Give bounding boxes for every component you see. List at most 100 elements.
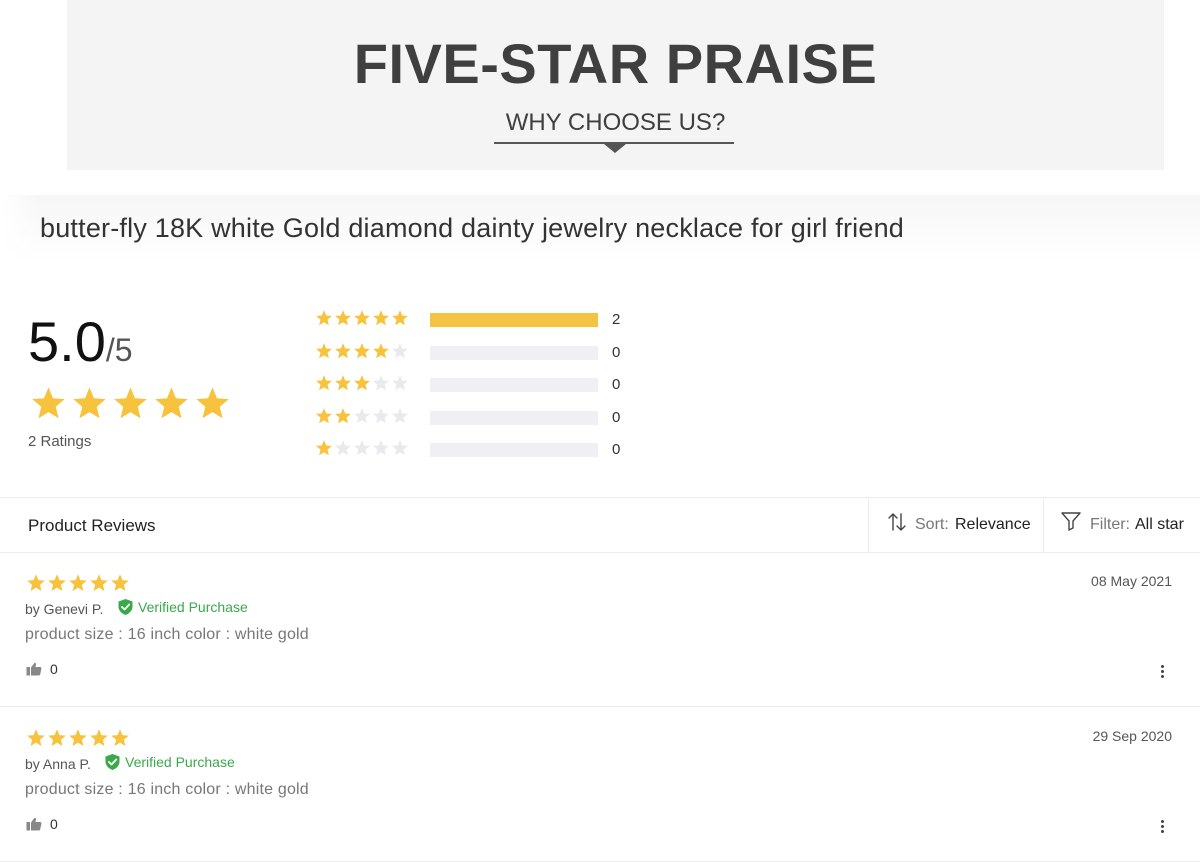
reviews-title: Product Reviews (28, 516, 156, 535)
star-icon (111, 729, 129, 746)
more-vertical-icon[interactable] (1157, 816, 1169, 836)
review-author: by Anna P. (25, 756, 91, 772)
star-icon (392, 310, 408, 326)
score-separator: / (105, 332, 115, 368)
histogram-stars (315, 374, 409, 392)
star-empty-icon (354, 440, 370, 456)
filter-icon (1061, 512, 1081, 531)
star-icon (48, 729, 66, 746)
star-empty-icon (392, 342, 408, 358)
more-vertical-icon[interactable] (1157, 661, 1169, 681)
sort-control[interactable]: Sort: Relevance (868, 498, 1044, 552)
histogram-count: 0 (612, 343, 621, 361)
review-item: by Anna P. Verified Purchase product siz… (0, 708, 1200, 862)
star-icon (373, 342, 389, 358)
review-stars (26, 573, 130, 593)
star-icon (316, 440, 332, 456)
star-empty-icon (392, 440, 408, 456)
banner-arrow-icon (604, 144, 626, 153)
star-icon (90, 574, 108, 591)
star-empty-icon (354, 407, 370, 423)
verified-text: Verified Purchase (125, 754, 235, 770)
star-icon (48, 574, 66, 591)
histogram-count: 2 (612, 311, 621, 328)
star-icon (354, 375, 370, 391)
thumbs-up-icon (26, 662, 42, 676)
star-icon (373, 310, 389, 326)
sort-icon (888, 513, 906, 531)
like-count: 0 (50, 816, 58, 832)
star-empty-icon (392, 375, 408, 391)
star-icon (335, 407, 351, 423)
histogram-bar (430, 378, 598, 392)
review-item: by Genevi P. Verified Purchase product s… (0, 553, 1200, 707)
star-icon (114, 387, 147, 419)
thumbs-up-icon (26, 817, 42, 831)
star-empty-icon (373, 407, 389, 423)
histogram-stars (315, 309, 409, 327)
review-date: 08 May 2021 (1091, 573, 1172, 589)
histogram-row-4-star[interactable]: 0 (315, 341, 635, 363)
histogram-bar (430, 410, 598, 425)
verified-badge: Verified Purchase (117, 598, 248, 616)
star-icon (32, 387, 65, 419)
average-score: 5.0/5 (28, 310, 133, 389)
score-out-of: 5 (114, 332, 133, 368)
star-icon (196, 387, 229, 419)
like-button[interactable]: 0 (26, 816, 58, 832)
histogram-row-2-star[interactable]: 0 (315, 406, 635, 428)
star-icon (90, 729, 108, 746)
star-icon (27, 574, 45, 591)
average-stars (30, 385, 231, 422)
banner-title: FIVE-STAR PRAISE (353, 32, 878, 95)
sort-label: Sort: (915, 516, 949, 533)
review-body: product size : 16 inch color : white gol… (25, 781, 309, 798)
star-icon (354, 310, 370, 326)
star-icon (335, 310, 351, 326)
star-icon (155, 387, 188, 419)
star-icon (69, 574, 87, 591)
like-count: 0 (50, 661, 58, 677)
review-stars (26, 728, 130, 748)
banner-subtitle: WHY CHOOSE US? (505, 109, 726, 136)
histogram-bar (430, 313, 598, 327)
histogram-stars (315, 407, 409, 425)
review-body: product size : 16 inch color : white gol… (25, 626, 309, 643)
histogram-count: 0 (612, 408, 621, 426)
star-empty-icon (373, 440, 389, 456)
histogram-row-1-star[interactable]: 0 (315, 438, 635, 460)
histogram-bar (430, 345, 598, 360)
histogram-row-5-star[interactable]: 2 (315, 308, 635, 330)
verified-badge: Verified Purchase (104, 753, 235, 771)
histogram-bar (430, 443, 598, 457)
filter-control[interactable]: Filter: All star (1043, 498, 1200, 552)
star-icon (111, 574, 129, 591)
histogram-count: 0 (612, 441, 621, 458)
star-icon (335, 375, 351, 391)
reviews-header: Product Reviews Sort: Relevance Filter: … (0, 497, 1200, 553)
star-icon (27, 729, 45, 746)
star-icon (354, 342, 370, 358)
ratings-count: 2 Ratings (28, 433, 92, 450)
star-icon (69, 729, 87, 746)
histogram-stars (315, 439, 409, 457)
promo-banner: FIVE-STAR PRAISE WHY CHOOSE US? (67, 0, 1164, 170)
histogram-bar-fill (430, 313, 598, 327)
histogram-stars (315, 342, 409, 360)
star-empty-icon (392, 407, 408, 423)
like-button[interactable]: 0 (26, 661, 58, 677)
review-author: by Genevi P. (25, 601, 104, 617)
histogram-row-3-star[interactable]: 0 (315, 373, 635, 395)
sort-value: Relevance (955, 516, 1031, 533)
star-icon (316, 342, 332, 358)
score-value: 5.0 (28, 310, 106, 373)
star-icon (316, 407, 332, 423)
histogram-count: 0 (612, 376, 621, 393)
filter-label: Filter: (1090, 516, 1130, 533)
review-date: 29 Sep 2020 (1092, 728, 1172, 744)
star-empty-icon (373, 375, 389, 391)
star-icon (316, 375, 332, 391)
star-empty-icon (335, 440, 351, 456)
filter-value: All star (1135, 516, 1184, 533)
verified-text: Verified Purchase (138, 599, 248, 615)
